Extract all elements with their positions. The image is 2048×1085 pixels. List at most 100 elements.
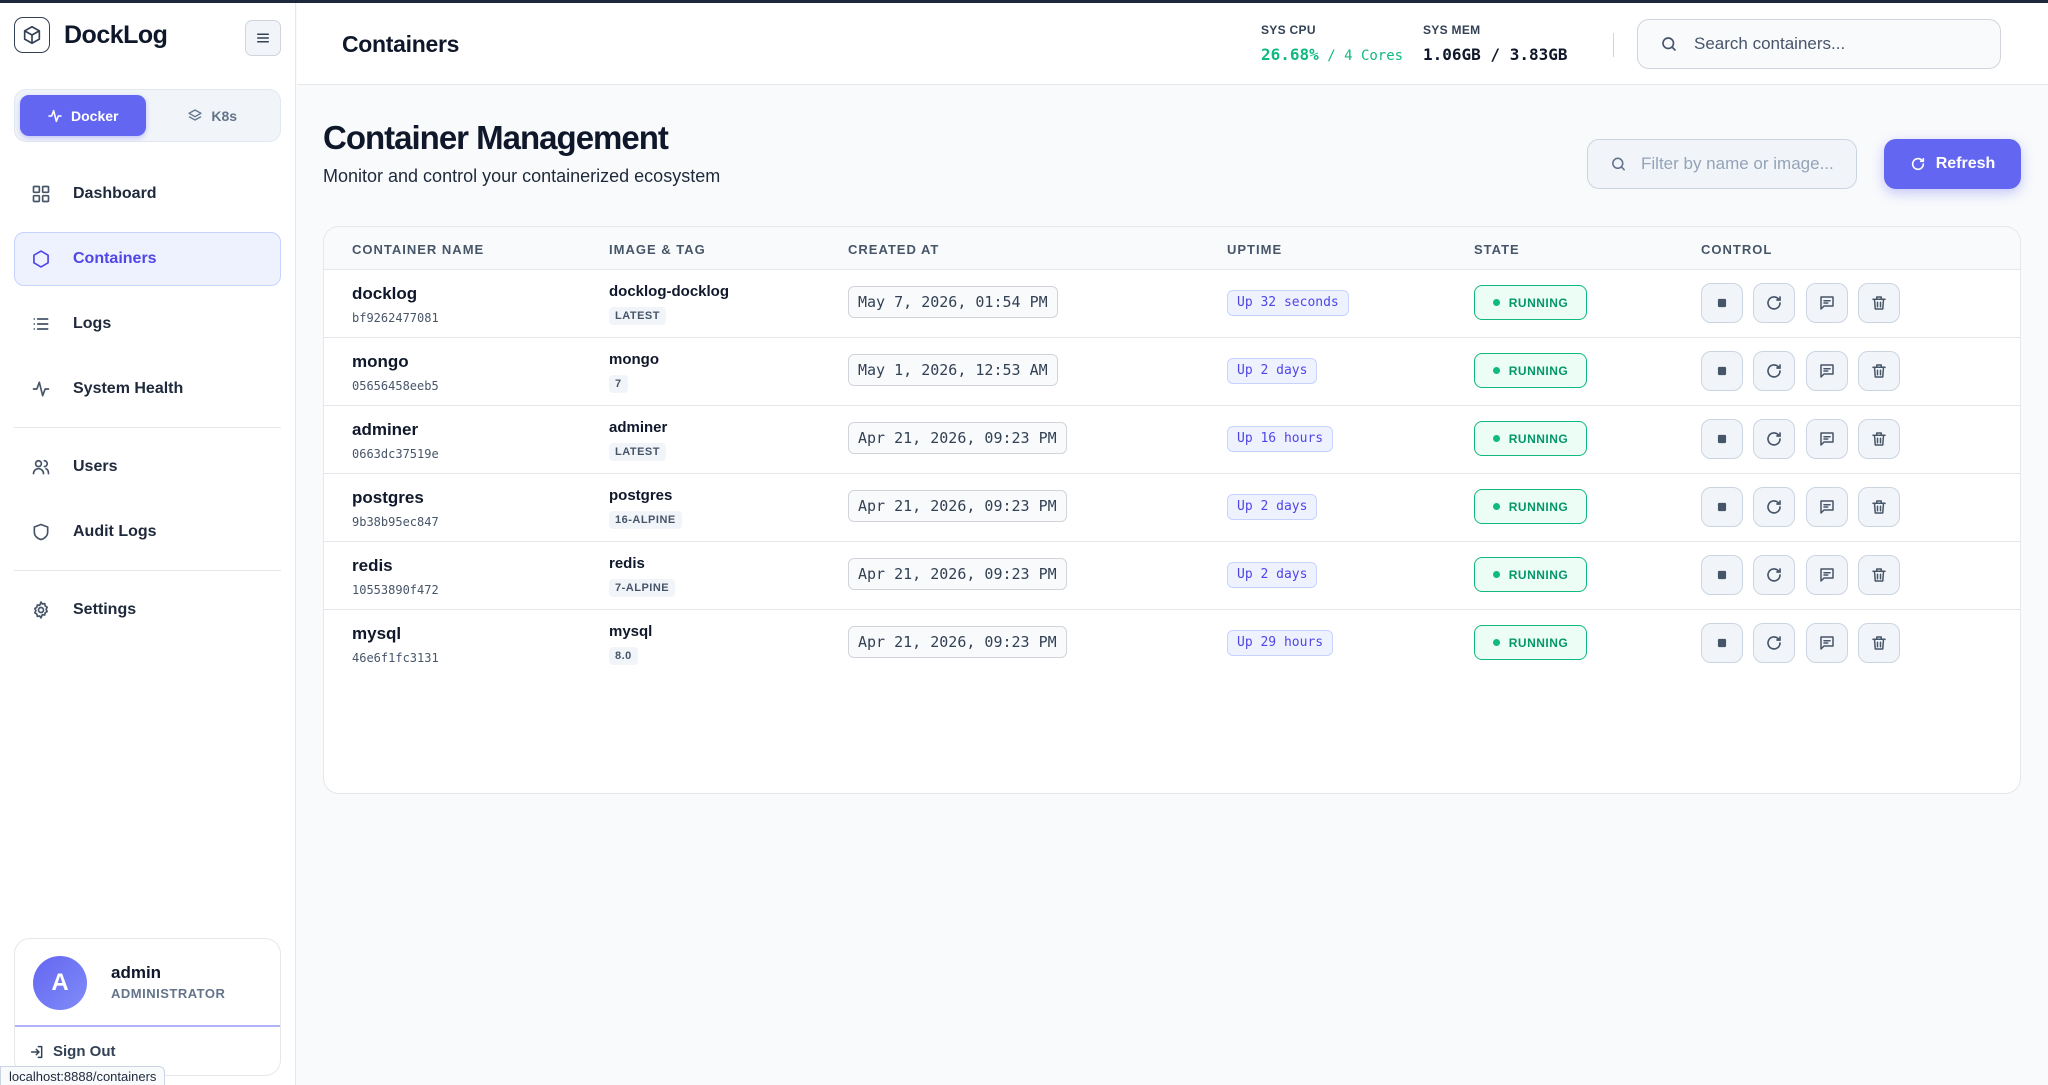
column-header-image[interactable]: IMAGE & TAG (609, 242, 706, 257)
trash-icon (1872, 500, 1886, 514)
stop-button[interactable] (1701, 623, 1743, 663)
menu-toggle-button[interactable] (245, 20, 281, 56)
delete-button[interactable] (1858, 487, 1900, 527)
status-dot-icon (1492, 571, 1500, 578)
sidebar-nav: Dashboard Containers Logs System Health … (14, 167, 281, 648)
container-name[interactable]: docklog (352, 284, 417, 304)
created-at: Apr 21, 2026, 09:23 PM (848, 490, 1067, 522)
status-badge: RUNNING (1474, 557, 1587, 592)
logs-button[interactable] (1806, 283, 1848, 323)
restart-button[interactable] (1753, 283, 1795, 323)
sign-out-button[interactable]: Sign Out (29, 1043, 116, 1060)
uptime-badge: Up 2 days (1227, 494, 1318, 520)
section-subtitle: Monitor and control your containerized e… (323, 166, 721, 186)
sidebar-item-users[interactable]: Users (14, 440, 281, 494)
stop-icon (1717, 502, 1727, 512)
container-name[interactable]: mongo (352, 352, 409, 372)
layers-icon (188, 108, 203, 121)
stop-button[interactable] (1701, 351, 1743, 391)
mode-k8s-button[interactable]: K8s (150, 95, 276, 136)
refresh-icon (1767, 500, 1781, 514)
user-divider (15, 1025, 280, 1027)
status-dot-icon (1492, 639, 1500, 646)
restart-button[interactable] (1753, 419, 1795, 459)
restart-button[interactable] (1753, 487, 1795, 527)
sidebar-item-containers[interactable]: Containers (14, 232, 281, 286)
refresh-button[interactable]: Refresh (1884, 139, 2021, 189)
table-row[interactable]: mysql 46e6f1fc3131 mysql 8.0 Apr 21, 202… (324, 610, 2020, 678)
stop-button[interactable] (1701, 283, 1743, 323)
delete-button[interactable] (1858, 555, 1900, 595)
sidebar-item-audit-logs[interactable]: Audit Logs (14, 505, 281, 559)
column-header-name[interactable]: CONTAINER NAME (352, 242, 484, 257)
uptime-badge: Up 16 hours (1227, 426, 1334, 452)
sidebar-item-logs[interactable]: Logs (14, 297, 281, 351)
table-row[interactable]: mongo 05656458eeb5 mongo 7 May 1, 2026, … (324, 338, 2020, 406)
stop-button[interactable] (1701, 487, 1743, 527)
message-square-icon (1820, 364, 1834, 378)
table-row[interactable]: redis 10553890f472 redis 7-ALPINE Apr 21… (324, 542, 2020, 610)
trash-icon (1872, 364, 1886, 378)
sidebar-item-dashboard[interactable]: Dashboard (14, 167, 281, 221)
created-at: Apr 21, 2026, 09:23 PM (848, 558, 1067, 590)
mode-docker-label: Docker (71, 107, 119, 124)
mem-stat: SYS MEM 1.06GB / 3.83GB (1423, 23, 1568, 64)
container-name[interactable]: adminer (352, 420, 418, 440)
sidebar-item-settings[interactable]: Settings (14, 583, 281, 637)
logs-button[interactable] (1806, 555, 1848, 595)
hexagon-icon (33, 250, 49, 268)
cpu-stat: SYS CPU 26.68% / 4 Cores (1261, 23, 1403, 64)
table-row[interactable]: docklog bf9262477081 docklog-docklog LAT… (324, 270, 2020, 338)
logs-button[interactable] (1806, 623, 1848, 663)
message-square-icon (1820, 636, 1834, 650)
restart-button[interactable] (1753, 555, 1795, 595)
status-label: RUNNING (1508, 431, 1569, 446)
user-name: admin (111, 963, 162, 982)
container-name[interactable]: redis (352, 556, 393, 576)
logs-button[interactable] (1806, 351, 1848, 391)
restart-button[interactable] (1753, 623, 1795, 663)
logs-button[interactable] (1806, 487, 1848, 527)
container-id: 10553890f472 (352, 583, 439, 597)
container-id: 05656458eeb5 (352, 379, 439, 393)
column-header-created[interactable]: CREATED AT (848, 242, 939, 257)
nav-divider (14, 427, 281, 428)
table-row[interactable]: adminer 0663dc37519e adminer LATEST Apr … (324, 406, 2020, 474)
search-input[interactable] (1694, 34, 1984, 54)
delete-button[interactable] (1858, 623, 1900, 663)
delete-button[interactable] (1858, 419, 1900, 459)
column-header-uptime[interactable]: UPTIME (1227, 242, 1282, 257)
logs-button[interactable] (1806, 419, 1848, 459)
refresh-icon (1767, 636, 1781, 650)
container-name[interactable]: postgres (352, 488, 424, 508)
stop-button[interactable] (1701, 555, 1743, 595)
image-name: docklog-docklog (609, 283, 729, 300)
sidebar-item-label: Logs (73, 315, 112, 332)
restart-button[interactable] (1753, 351, 1795, 391)
created-at: Apr 21, 2026, 09:23 PM (848, 422, 1067, 454)
status-label: RUNNING (1508, 635, 1569, 650)
mode-docker-button[interactable]: Docker (20, 95, 146, 136)
stop-button[interactable] (1701, 419, 1743, 459)
cpu-value: 26.68% / 4 Cores (1261, 45, 1403, 64)
trash-icon (1872, 568, 1886, 582)
brand[interactable]: DockLog (14, 17, 168, 53)
uptime-badge: Up 29 hours (1227, 630, 1334, 656)
delete-button[interactable] (1858, 351, 1900, 391)
column-header-state[interactable]: STATE (1474, 242, 1520, 257)
container-name[interactable]: mysql (352, 624, 401, 644)
sidebar-item-system-health[interactable]: System Health (14, 362, 281, 416)
status-badge: RUNNING (1474, 421, 1587, 456)
users-icon (32, 459, 50, 475)
user-card: A admin ADMINISTRATOR Sign Out (14, 938, 281, 1076)
table-row[interactable]: postgres 9b38b95ec847 postgres 16-ALPINE… (324, 474, 2020, 542)
search-icon (1612, 157, 1625, 171)
delete-button[interactable] (1858, 283, 1900, 323)
mode-k8s-label: K8s (211, 107, 238, 124)
status-label: RUNNING (1508, 363, 1569, 378)
message-square-icon (1820, 568, 1834, 582)
stop-icon (1717, 298, 1727, 308)
page-title: Containers (342, 31, 460, 57)
filter-input[interactable] (1641, 154, 1856, 174)
refresh-icon (1767, 364, 1781, 378)
